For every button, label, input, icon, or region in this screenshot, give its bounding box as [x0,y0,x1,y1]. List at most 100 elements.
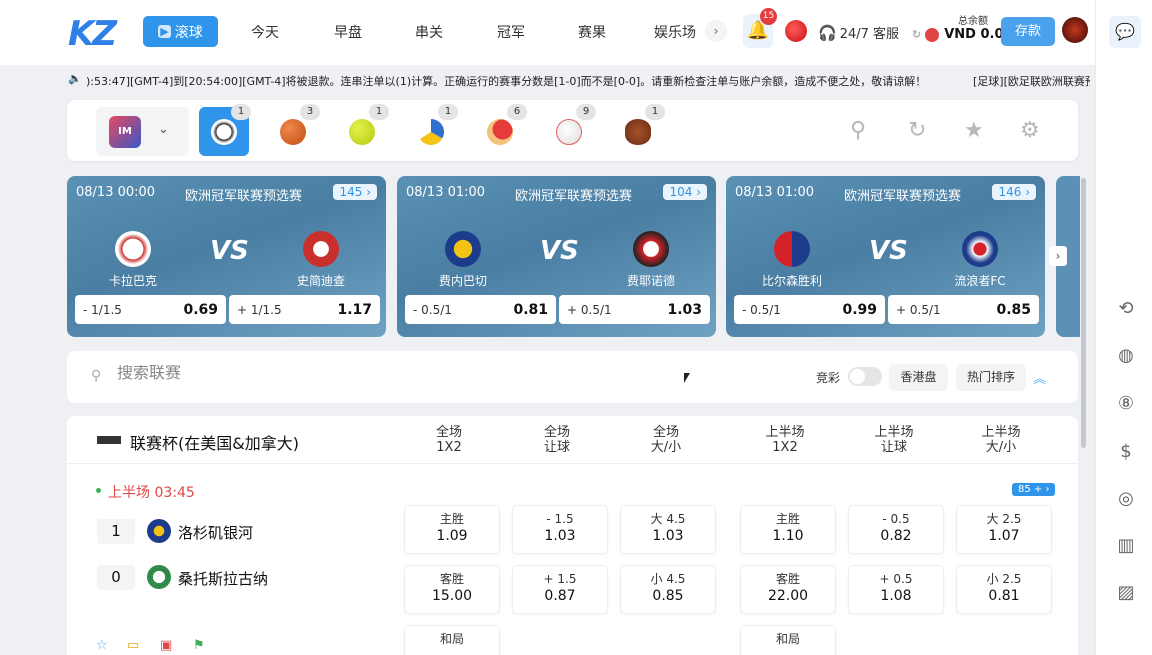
odds-cell[interactable]: 客胜 15.00 [404,565,500,614]
flag-icon[interactable]: ⚑ [193,638,205,653]
sport-count: 1 [231,104,251,120]
logo[interactable]: KZ [68,14,117,54]
column-header-period: 全场 [652,425,679,440]
live-tv-icon[interactable]: ▣ [160,638,172,653]
announcement-marquee: 🔈 ):53:47][GMT-4]到[20:54:00][GMT-4]将被退款。… [68,72,1090,88]
featured-match-card[interactable]: 08/13 00:00 欧洲冠军联赛预选赛 145 › 卡拉巴克 VS 史简迪查… [67,176,386,337]
sport-selector-bar: IM ⌄ 1 3 1 1 6 9 1 ⚲ ↻ ★ ⚙ [67,100,1078,161]
odds-cell[interactable]: 大 2.5 1.07 [956,505,1052,554]
market-count: 145 [339,185,363,199]
sport-baseball[interactable]: 9 [544,104,596,156]
home-team: 卡拉巴克 [108,274,157,288]
odds-label: 客胜 [439,572,464,586]
odds-button[interactable]: - 0.5/1 0.81 [405,295,556,324]
scrollbar[interactable] [1081,178,1086,448]
favorite-star-icon[interactable]: ☆ [96,638,108,653]
odds-cell[interactable]: - 1.5 1.03 [512,505,608,554]
search-icon[interactable]: ⚲ [850,118,866,143]
column-header: 上半场 大/小 [961,425,1041,455]
provider-select[interactable]: IM ⌄ [96,107,189,156]
nav-today[interactable]: 今天 [251,22,279,42]
sport-volleyball[interactable]: 1 [406,104,458,156]
odds-cell[interactable]: 小 2.5 0.81 [956,565,1052,614]
odds-value: 0.85 [652,588,684,604]
sport-count: 1 [438,104,458,120]
coins-icon[interactable]: ◎ [1115,488,1137,510]
tennis-icon [349,119,375,145]
basketball-icon[interactable]: ◍ [1115,345,1137,367]
avatar[interactable] [1062,17,1088,43]
odds-cell[interactable]: - 0.5 0.82 [848,505,944,554]
odds-cell[interactable]: 主胜 1.10 [740,505,836,554]
collapse-icon[interactable]: ︽ [1033,368,1046,387]
billiards-icon[interactable]: ⑧ [1115,393,1137,415]
more-markets-badge[interactable]: 145 › [333,184,377,200]
odds-label: 和局 [775,632,800,646]
bar-chart-icon[interactable]: ▥ [1115,535,1137,557]
gear-icon[interactable]: ⚙ [1020,118,1040,143]
support-link[interactable]: 🎧 24/7 客服 [818,23,899,42]
history-icon[interactable]: ⟲ [1115,298,1137,320]
featured-match-card[interactable]: 08/13 01:00 欧洲冠军联赛预选赛 146 › 比尔森胜利 VS 流浪者… [726,176,1045,337]
column-header-market: 让球 [880,440,907,455]
american-football-icon [625,119,651,145]
odds-button[interactable]: + 0.5/1 1.03 [559,295,710,324]
sport-american-football[interactable]: 1 [613,104,665,156]
announcement-text-next: [足球][欧足联欧洲联赛预 [973,75,1090,88]
odds-cell[interactable]: + 1.5 0.87 [512,565,608,614]
star-icon[interactable]: ★ [964,118,984,143]
away-score: 0 [97,565,135,590]
refresh-icon[interactable]: ↻ [912,28,921,41]
lottery-toggle[interactable] [848,367,882,386]
odds-cell[interactable]: + 0.5 1.08 [848,565,944,614]
odds-cell[interactable]: 客胜 22.00 [740,565,836,614]
league-search-input[interactable] [117,365,417,383]
nav-next-icon[interactable]: › [705,20,727,42]
nav-outright[interactable]: 冠军 [497,22,525,42]
sport-table-tennis[interactable]: 6 [475,104,527,156]
odds-button[interactable]: + 0.5/1 0.85 [888,295,1039,324]
sport-basketball[interactable]: 3 [268,104,320,156]
odds-button[interactable]: + 1/1.5 1.17 [229,295,380,324]
language-flag-icon[interactable] [785,20,807,42]
team-crest-icon [633,231,669,267]
odds-cell[interactable]: 大 4.5 1.03 [620,505,716,554]
more-markets-badge[interactable]: 85 + › [1012,483,1056,496]
home-team[interactable]: 洛杉矶银河 [178,522,253,543]
odds-cell-draw[interactable]: 和局 [740,625,836,655]
refresh-icon[interactable]: ↻ [908,118,926,143]
sort-button[interactable]: 热门排序 [956,364,1026,391]
featured-match-card[interactable]: 08/13 01:00 欧洲冠军联赛预选赛 104 › 费内巴切 VS 费耶诺德… [397,176,716,337]
odds-cell[interactable]: 小 4.5 0.85 [620,565,716,614]
sport-soccer[interactable]: 1 [199,104,251,156]
odds-label: + 0.5/1 [567,302,612,317]
more-markets-badge[interactable]: 146 › [992,184,1036,200]
image-icon[interactable]: ▨ [1115,582,1137,604]
nav-live[interactable]: ▶ 滚球 [143,16,218,47]
deposit-button[interactable]: 存款 [1001,17,1055,46]
nav-parlay[interactable]: 串关 [415,22,443,42]
nav-early[interactable]: 早盘 [334,22,362,42]
chat-icon[interactable]: 💬 [1109,16,1141,48]
column-header: 上半场 1X2 [745,425,825,455]
dollar-icon[interactable]: $ [1115,441,1137,463]
away-team[interactable]: 桑托斯拉古纳 [178,568,268,589]
odds-type-button[interactable]: 香港盘 [889,364,948,391]
more-markets-badge[interactable]: 104 › [663,184,707,200]
odds-cell[interactable]: 主胜 1.09 [404,505,500,554]
odds-button[interactable]: - 0.5/1 0.99 [734,295,885,324]
ticket-icon[interactable]: ▭ [127,638,139,653]
carousel-next-icon[interactable]: › [1049,246,1067,266]
sport-tennis[interactable]: 1 [337,104,389,156]
team-crest-icon [303,231,339,267]
nav-results[interactable]: 赛果 [578,22,606,42]
odds-cell-draw[interactable]: 和局 [404,625,500,655]
league-header[interactable]: 联赛杯(在美国&加拿大) 全场 1X2 全场 让球 全场 大/小 上半场 1X2 上半场… [67,416,1078,464]
match-phase: 上半场 03:45 [108,485,195,501]
odds-button[interactable]: - 1/1.5 0.69 [75,295,226,324]
nav-casino[interactable]: 娱乐场 [654,22,696,42]
balance: ↻ VND 0.00 [912,27,1013,42]
odds-label: + 1.5 [543,572,577,586]
odds-value: 1.03 [652,528,684,544]
odds-value: 0.81 [988,588,1020,604]
